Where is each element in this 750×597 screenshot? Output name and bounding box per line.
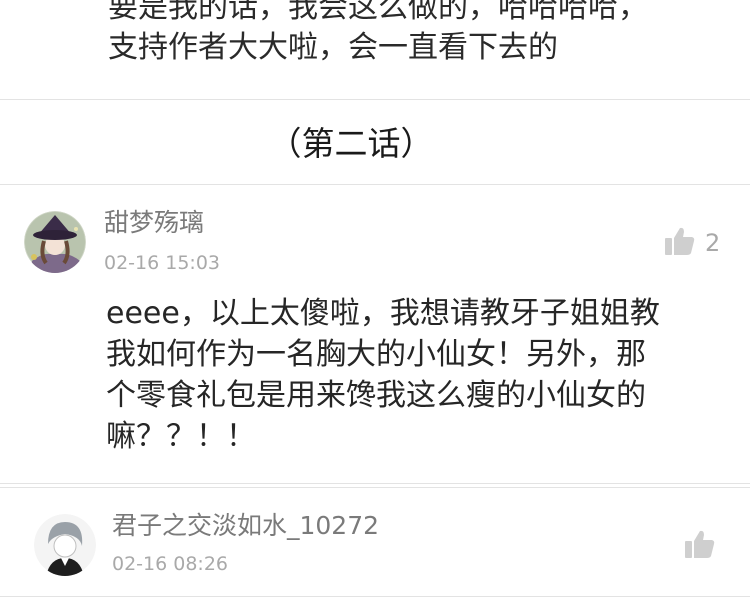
like-button[interactable]: 2 (665, 227, 720, 259)
comment-line: eeee，以上太傻啦，我想请教牙子姐姐教 (106, 296, 660, 331)
username[interactable]: 甜梦殇璃 (104, 207, 204, 239)
comment-line: 我如何作为一名胸大的小仙女！另外，那 (106, 337, 646, 372)
like-button[interactable] (685, 530, 725, 562)
comment-card[interactable]: 君子之交淡如水_10272 02-16 08:26 (0, 487, 750, 597)
like-count: 2 (705, 229, 721, 257)
avatar[interactable] (34, 514, 96, 576)
username[interactable]: 君子之交淡如水_10272 (112, 510, 379, 542)
avatar[interactable] (24, 211, 86, 273)
thumbs-up-icon (665, 227, 695, 259)
comment-card-previous: 要是我的话，我会这么做的，哈哈哈哈， 支持作者大大啦，会一直看下去的 (0, 0, 750, 100)
comment-line: 嘛？？！！ (106, 419, 256, 454)
comment-line: 支持作者大大啦，会一直看下去的 (108, 30, 558, 65)
comment-card[interactable]: 甜梦殇璃 02-16 15:03 2 eeee，以上太傻啦，我想请教牙子姐姐教 … (0, 184, 750, 484)
comment-text: 要是我的话，我会这么做的，哈哈哈哈， 支持作者大大啦，会一直看下去的 (108, 0, 728, 68)
comment-body: eeee，以上太傻啦，我想请教牙子姐姐教 我如何作为一名胸大的小仙女！另外，那 … (106, 293, 731, 457)
timestamp: 02-16 15:03 (104, 252, 221, 274)
chapter-title: （第二话） (268, 124, 434, 163)
thumbs-up-icon (685, 530, 715, 562)
comment-line: 要是我的话，我会这么做的，哈哈哈哈， (108, 0, 648, 25)
timestamp: 02-16 08:26 (112, 553, 229, 575)
comment-line: 个零食礼包是用来馋我这么瘦的小仙女的 (106, 378, 646, 413)
chapter-header: （第二话） (0, 100, 750, 185)
